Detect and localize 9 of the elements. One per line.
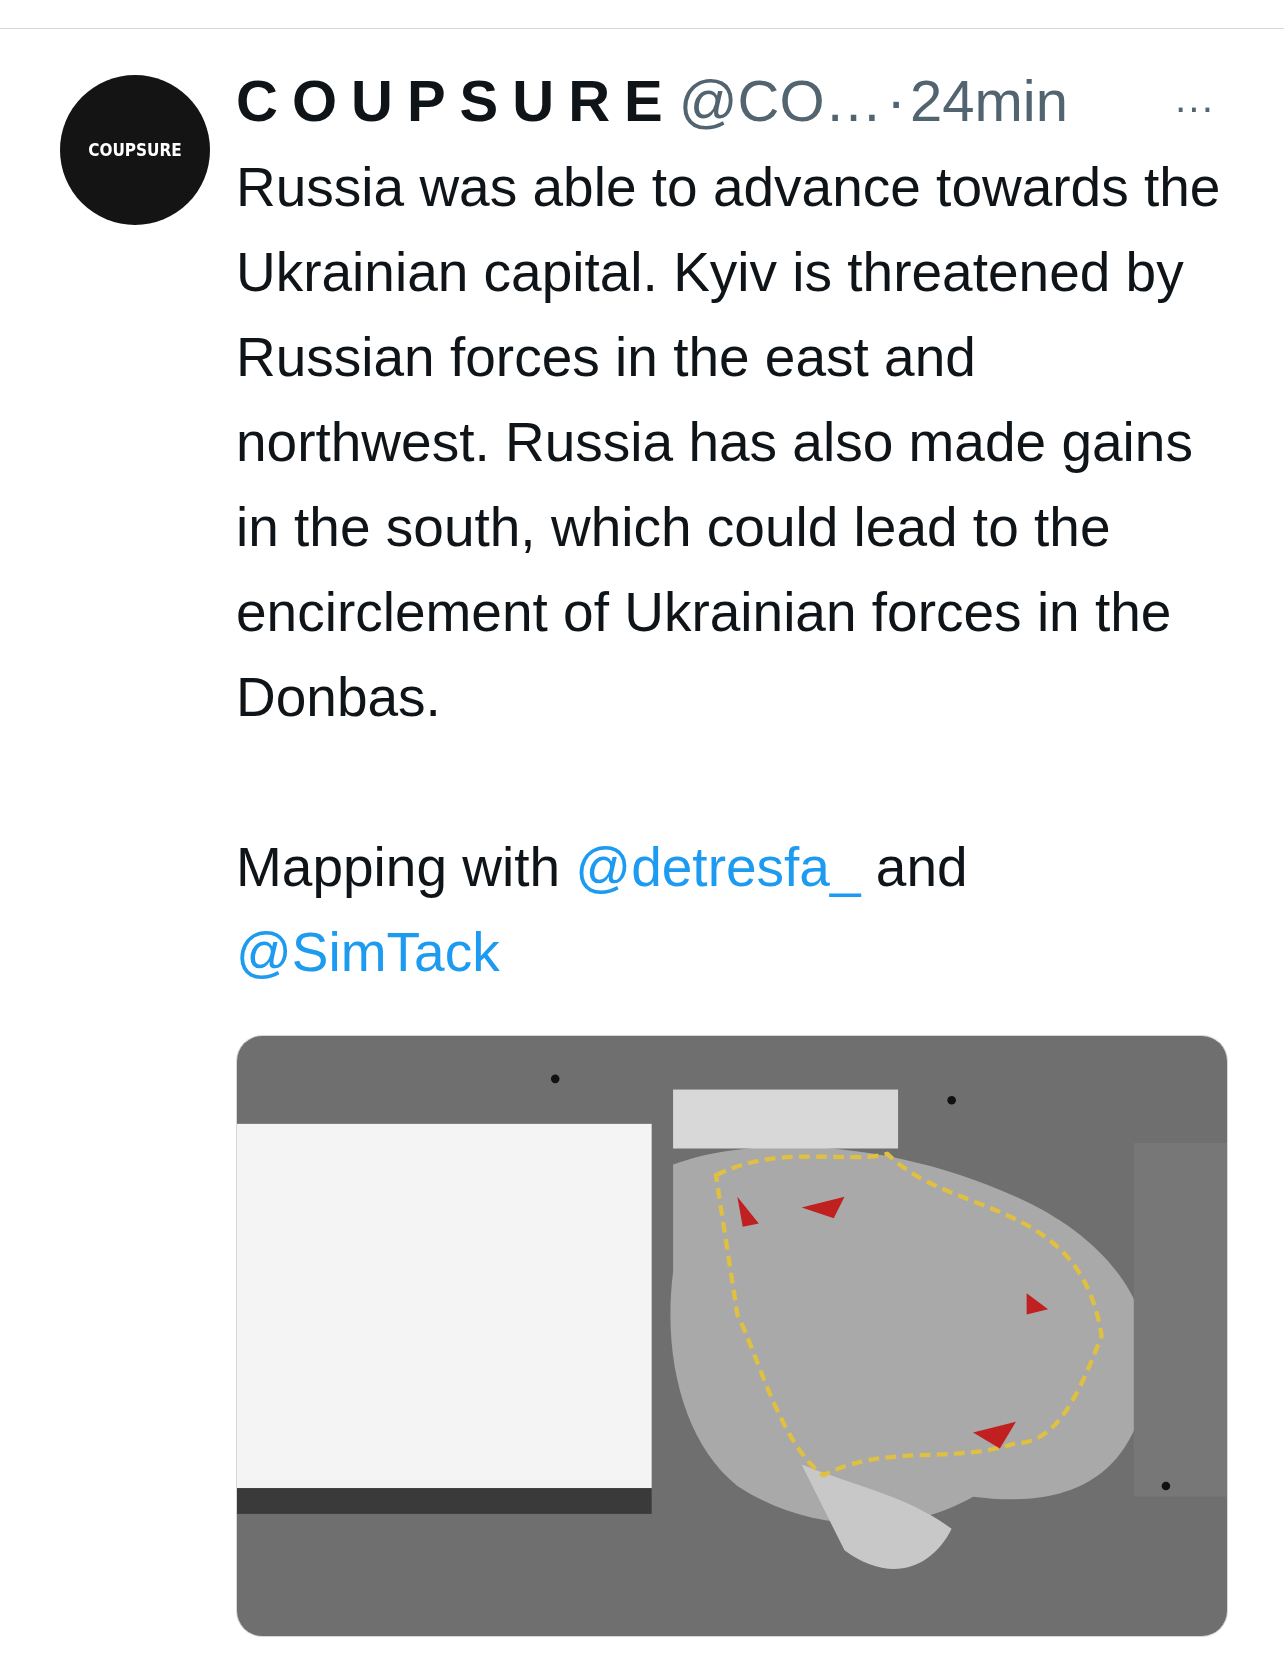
separator: · bbox=[886, 67, 906, 134]
avatar[interactable]: COUPSURE bbox=[60, 75, 210, 225]
timestamp[interactable]: 24min bbox=[909, 67, 1068, 134]
author-handle[interactable]: @CO… bbox=[678, 67, 883, 134]
logo-text: COUPSURE bbox=[88, 140, 182, 160]
tweet-text: Mapping with @detresfa_ and @SimTack bbox=[236, 835, 969, 985]
tweet-text: Russia was able to advance towards the Ukrainian capital. Kyiv is threatened by Russian forces in the east and northwest. Russia has also made gains in the south, which could lead to the encirclement of Ukrainian forces in the Donbas. bbox=[236, 155, 1222, 730]
author-name[interactable]: COUPSURE bbox=[236, 67, 677, 134]
more-icon[interactable]: ··· bbox=[1174, 85, 1214, 130]
